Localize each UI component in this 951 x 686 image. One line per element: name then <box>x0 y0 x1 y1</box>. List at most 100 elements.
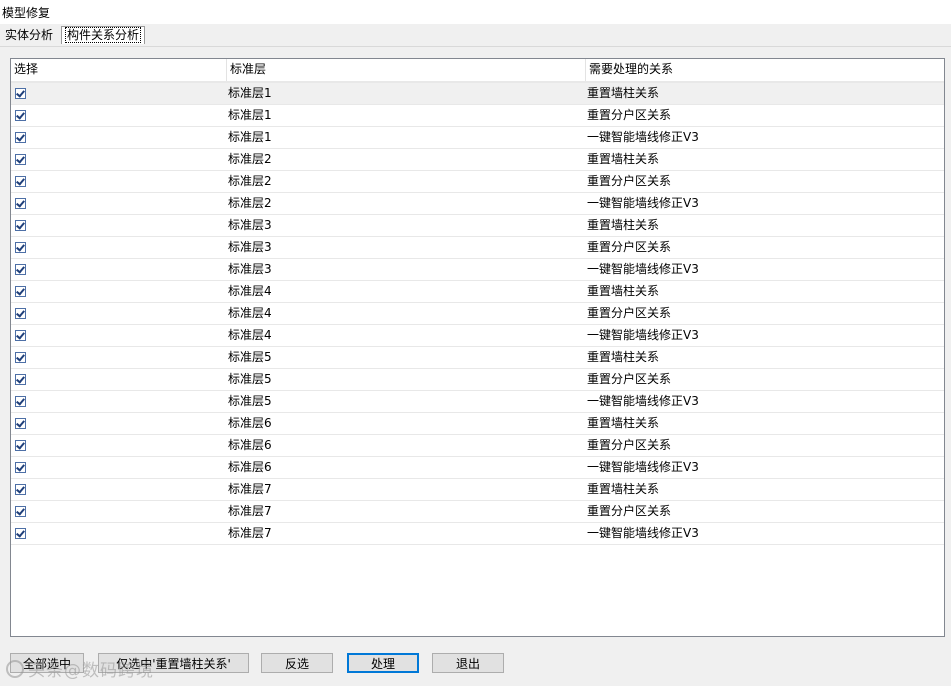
table-row[interactable]: 标准层1 重置墙柱关系 <box>11 83 944 105</box>
grid-body: 标准层1 重置墙柱关系 标准层1 重置分户区关系 标准层1 一键智能墙线修正V3 标准层2 重… <box>11 83 944 545</box>
table-row[interactable]: 标准层3 一键智能墙线修正V3 <box>11 259 944 281</box>
row-checkbox[interactable] <box>15 286 26 297</box>
cell-layer: 标准层5 <box>228 350 272 364</box>
cell-layer: 标准层7 <box>228 482 272 496</box>
cell-relation: 一键智能墙线修正V3 <box>587 130 699 144</box>
cell-relation: 重置分户区关系 <box>587 306 672 320</box>
cell-layer: 标准层1 <box>228 108 272 122</box>
cell-layer: 标准层1 <box>228 86 272 100</box>
cell-relation: 重置分户区关系 <box>587 372 672 386</box>
relation-grid[interactable]: 选择 标准层 需要处理的关系 标准层1 重置墙柱关系 标准层1 重置分户区关系 标准层1… <box>10 58 945 637</box>
tab-strip: 实体分析 构件关系分析 <box>0 24 951 47</box>
row-checkbox[interactable] <box>15 484 26 495</box>
cell-layer: 标准层3 <box>228 218 272 232</box>
tab-label: 构件关系分析 <box>65 27 142 43</box>
row-checkbox[interactable] <box>15 88 26 99</box>
tab-label: 实体分析 <box>5 28 54 42</box>
cell-layer: 标准层6 <box>228 460 272 474</box>
cell-relation: 一键智能墙线修正V3 <box>587 196 699 210</box>
row-checkbox[interactable] <box>15 528 26 539</box>
cell-layer: 标准层7 <box>228 526 272 540</box>
cell-layer: 标准层5 <box>228 372 272 386</box>
table-row[interactable]: 标准层4 重置分户区关系 <box>11 303 944 325</box>
row-checkbox[interactable] <box>15 308 26 319</box>
table-row[interactable]: 标准层1 一键智能墙线修正V3 <box>11 127 944 149</box>
column-header-select[interactable]: 选择 <box>11 59 226 81</box>
column-header-layer[interactable]: 标准层 <box>226 59 585 81</box>
cell-relation: 一键智能墙线修正V3 <box>587 328 699 342</box>
cell-layer: 标准层2 <box>228 174 272 188</box>
row-checkbox[interactable] <box>15 198 26 209</box>
cell-relation: 一键智能墙线修正V3 <box>587 394 699 408</box>
row-checkbox[interactable] <box>15 220 26 231</box>
table-row[interactable]: 标准层2 重置墙柱关系 <box>11 149 944 171</box>
table-row[interactable]: 标准层6 重置分户区关系 <box>11 435 944 457</box>
cell-layer: 标准层6 <box>228 438 272 452</box>
table-row[interactable]: 标准层6 重置墙柱关系 <box>11 413 944 435</box>
row-checkbox[interactable] <box>15 462 26 473</box>
tab-entity-analysis[interactable]: 实体分析 <box>2 27 56 44</box>
row-checkbox[interactable] <box>15 154 26 165</box>
exit-button[interactable]: 退出 <box>432 653 504 673</box>
table-row[interactable]: 标准层3 重置分户区关系 <box>11 237 944 259</box>
table-row[interactable]: 标准层7 重置墙柱关系 <box>11 479 944 501</box>
select-wall-column-only-button[interactable]: 仅选中'重置墙柱关系' <box>98 653 249 673</box>
cell-relation: 重置墙柱关系 <box>587 284 660 298</box>
cell-layer: 标准层3 <box>228 240 272 254</box>
table-row[interactable]: 标准层2 一键智能墙线修正V3 <box>11 193 944 215</box>
cell-relation: 重置墙柱关系 <box>587 350 660 364</box>
table-row[interactable]: 标准层3 重置墙柱关系 <box>11 215 944 237</box>
row-checkbox[interactable] <box>15 396 26 407</box>
row-checkbox[interactable] <box>15 352 26 363</box>
cell-relation: 重置墙柱关系 <box>587 218 660 232</box>
title-bar: 模型修复 <box>0 0 951 24</box>
table-row[interactable]: 标准层1 重置分户区关系 <box>11 105 944 127</box>
cell-layer: 标准层4 <box>228 306 272 320</box>
row-checkbox[interactable] <box>15 110 26 121</box>
table-row[interactable]: 标准层5 一键智能墙线修正V3 <box>11 391 944 413</box>
row-checkbox[interactable] <box>15 418 26 429</box>
cell-relation: 重置分户区关系 <box>587 174 672 188</box>
cell-layer: 标准层1 <box>228 130 272 144</box>
cell-relation: 重置墙柱关系 <box>587 86 660 100</box>
row-checkbox[interactable] <box>15 330 26 341</box>
table-row[interactable]: 标准层5 重置分户区关系 <box>11 369 944 391</box>
row-checkbox[interactable] <box>15 132 26 143</box>
window-title: 模型修复 <box>2 6 51 20</box>
table-row[interactable]: 标准层2 重置分户区关系 <box>11 171 944 193</box>
cell-relation: 一键智能墙线修正V3 <box>587 526 699 540</box>
tab-component-relation-analysis[interactable]: 构件关系分析 <box>61 26 146 44</box>
row-checkbox[interactable] <box>15 374 26 385</box>
grid-header: 选择 标准层 需要处理的关系 <box>11 59 944 82</box>
row-checkbox[interactable] <box>15 242 26 253</box>
cell-layer: 标准层7 <box>228 504 272 518</box>
table-row[interactable]: 标准层6 一键智能墙线修正V3 <box>11 457 944 479</box>
cell-layer: 标准层4 <box>228 328 272 342</box>
table-row[interactable]: 标准层5 重置墙柱关系 <box>11 347 944 369</box>
cell-layer: 标准层4 <box>228 284 272 298</box>
table-row[interactable]: 标准层4 重置墙柱关系 <box>11 281 944 303</box>
cell-relation: 重置墙柱关系 <box>587 482 660 496</box>
table-row[interactable]: 标准层7 重置分户区关系 <box>11 501 944 523</box>
cell-layer: 标准层2 <box>228 152 272 166</box>
column-header-relation[interactable]: 需要处理的关系 <box>585 59 944 81</box>
select-all-button[interactable]: 全部选中 <box>10 653 84 673</box>
row-checkbox[interactable] <box>15 264 26 275</box>
cell-relation: 重置分户区关系 <box>587 240 672 254</box>
cell-layer: 标准层2 <box>228 196 272 210</box>
cell-layer: 标准层3 <box>228 262 272 276</box>
row-checkbox[interactable] <box>15 440 26 451</box>
cell-relation: 重置墙柱关系 <box>587 152 660 166</box>
invert-selection-button[interactable]: 反选 <box>261 653 333 673</box>
table-row[interactable]: 标准层7 一键智能墙线修正V3 <box>11 523 944 545</box>
cell-relation: 重置分户区关系 <box>587 438 672 452</box>
process-button[interactable]: 处理 <box>347 653 419 673</box>
table-row[interactable]: 标准层4 一键智能墙线修正V3 <box>11 325 944 347</box>
cell-layer: 标准层6 <box>228 416 272 430</box>
cell-relation: 重置墙柱关系 <box>587 416 660 430</box>
cell-relation: 一键智能墙线修正V3 <box>587 460 699 474</box>
row-checkbox[interactable] <box>15 506 26 517</box>
cell-relation: 重置分户区关系 <box>587 108 672 122</box>
row-checkbox[interactable] <box>15 176 26 187</box>
cell-layer: 标准层5 <box>228 394 272 408</box>
